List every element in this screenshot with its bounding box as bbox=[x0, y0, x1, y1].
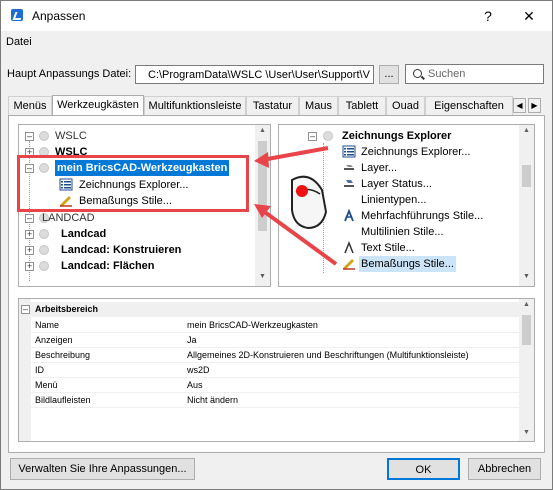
tab-toolboxes[interactable]: Werkzeugkästen bbox=[52, 95, 144, 115]
tree-item-label: Zeichnungs Explorer... bbox=[361, 146, 471, 158]
property-key: Beschreibung bbox=[35, 350, 91, 360]
property-value[interactable]: Nicht ändern bbox=[187, 393, 238, 407]
right-tree-scrollbar[interactable]: ▲ ▼ bbox=[519, 125, 534, 286]
tab-scroll-right-icon[interactable]: ▶ bbox=[528, 98, 541, 113]
tab-quad[interactable]: Ouad bbox=[386, 96, 425, 115]
ok-button[interactable]: OK bbox=[387, 458, 460, 480]
help-button[interactable]: ? bbox=[474, 5, 502, 27]
properties-section[interactable]: – Arbeitsbereich bbox=[19, 302, 519, 317]
tree-item-label: Landcad: Konstruieren bbox=[61, 244, 182, 256]
tree-item-label: Landcad: Flächen bbox=[61, 260, 155, 272]
close-button[interactable]: ✕ bbox=[515, 5, 543, 27]
section-label: Arbeitsbereich bbox=[35, 304, 99, 314]
manage-customizations-button[interactable]: Verwalten Sie Ihre Anpassungen... bbox=[10, 458, 195, 480]
tree-item-label: Text Stile... bbox=[361, 242, 415, 254]
property-key: Anzeigen bbox=[35, 335, 73, 345]
tab-keyboard[interactable]: Tastatur bbox=[246, 96, 299, 115]
tree-item-label: Landcad bbox=[61, 228, 107, 240]
highlight-box bbox=[17, 155, 249, 212]
tree-item-label: Multilinien Stile... bbox=[361, 226, 444, 238]
tab-ribbon[interactable]: Multifunktionsleiste bbox=[144, 96, 246, 115]
search-input[interactable]: Suchen bbox=[405, 64, 544, 84]
property-key: Menü bbox=[35, 380, 58, 390]
tab-mouse[interactable]: Maus bbox=[299, 96, 338, 115]
properties-grid[interactable]: – Arbeitsbereich Name mein BricsCAD-Werk… bbox=[18, 298, 535, 442]
tab-tablet[interactable]: Tablett bbox=[338, 96, 386, 115]
tree-item-label: Layer Status... bbox=[361, 178, 432, 190]
browse-button[interactable]: ... bbox=[379, 65, 399, 84]
tab-menus[interactable]: Menüs bbox=[8, 96, 52, 115]
tree-item-label: WSLC bbox=[55, 130, 87, 142]
title-bar: Anpassen ? ✕ bbox=[1, 1, 552, 31]
tab-scroll-left-icon[interactable]: ◀ bbox=[513, 98, 526, 113]
properties-scrollbar[interactable]: ▲ ▼ bbox=[519, 299, 534, 441]
window-title: Anpassen bbox=[32, 9, 86, 23]
property-row-anzeigen[interactable]: Anzeigen Ja bbox=[19, 333, 519, 348]
tab-strip: Menüs Werkzeugkästen Multifunktionsleist… bbox=[8, 95, 544, 116]
property-row-beschreibung[interactable]: Beschreibung Allgemeines 2D-Konstruieren… bbox=[19, 348, 519, 363]
property-row-id[interactable]: ID ws2D bbox=[19, 363, 519, 378]
cancel-button[interactable]: Abbrechen bbox=[468, 458, 541, 480]
path-field[interactable]: C:\ProgramData\WSLC \User\User\Support\V bbox=[135, 65, 374, 84]
property-value[interactable]: mein BricsCAD-Werkzeugkasten bbox=[187, 318, 318, 332]
search-icon bbox=[413, 69, 422, 78]
property-key: Name bbox=[35, 320, 60, 330]
tree-item-label: Layer... bbox=[361, 162, 398, 174]
tree-item-label: Bemaßungs Stile... bbox=[359, 256, 456, 272]
tree-item-label: LANDCAD bbox=[42, 212, 95, 224]
property-value[interactable]: Aus bbox=[187, 378, 203, 392]
path-label: Haupt Anpassungs Datei: bbox=[7, 68, 132, 80]
tab-properties[interactable]: Eigenschaften bbox=[425, 96, 513, 115]
property-value[interactable]: Ja bbox=[187, 333, 197, 347]
tree-item-label: Mehrfachführungs Stile... bbox=[361, 210, 484, 222]
annotation-arrows bbox=[254, 146, 338, 266]
property-key: Bildlaufleisten bbox=[35, 395, 91, 405]
property-row-menue[interactable]: Menü Aus bbox=[19, 378, 519, 393]
menu-file[interactable]: Datei bbox=[6, 36, 32, 48]
property-value[interactable]: Allgemeines 2D-Konstruieren und Beschrif… bbox=[187, 348, 469, 362]
property-value[interactable]: ws2D bbox=[187, 363, 210, 377]
property-row-bildlaufleisten[interactable]: Bildlaufleisten Nicht ändern bbox=[19, 393, 519, 408]
property-row-name[interactable]: Name mein BricsCAD-Werkzeugkasten bbox=[19, 318, 519, 333]
app-icon bbox=[11, 9, 23, 21]
property-key: ID bbox=[35, 365, 44, 375]
search-placeholder: Suchen bbox=[428, 68, 466, 80]
tree-item-label: Linientypen... bbox=[361, 194, 427, 206]
